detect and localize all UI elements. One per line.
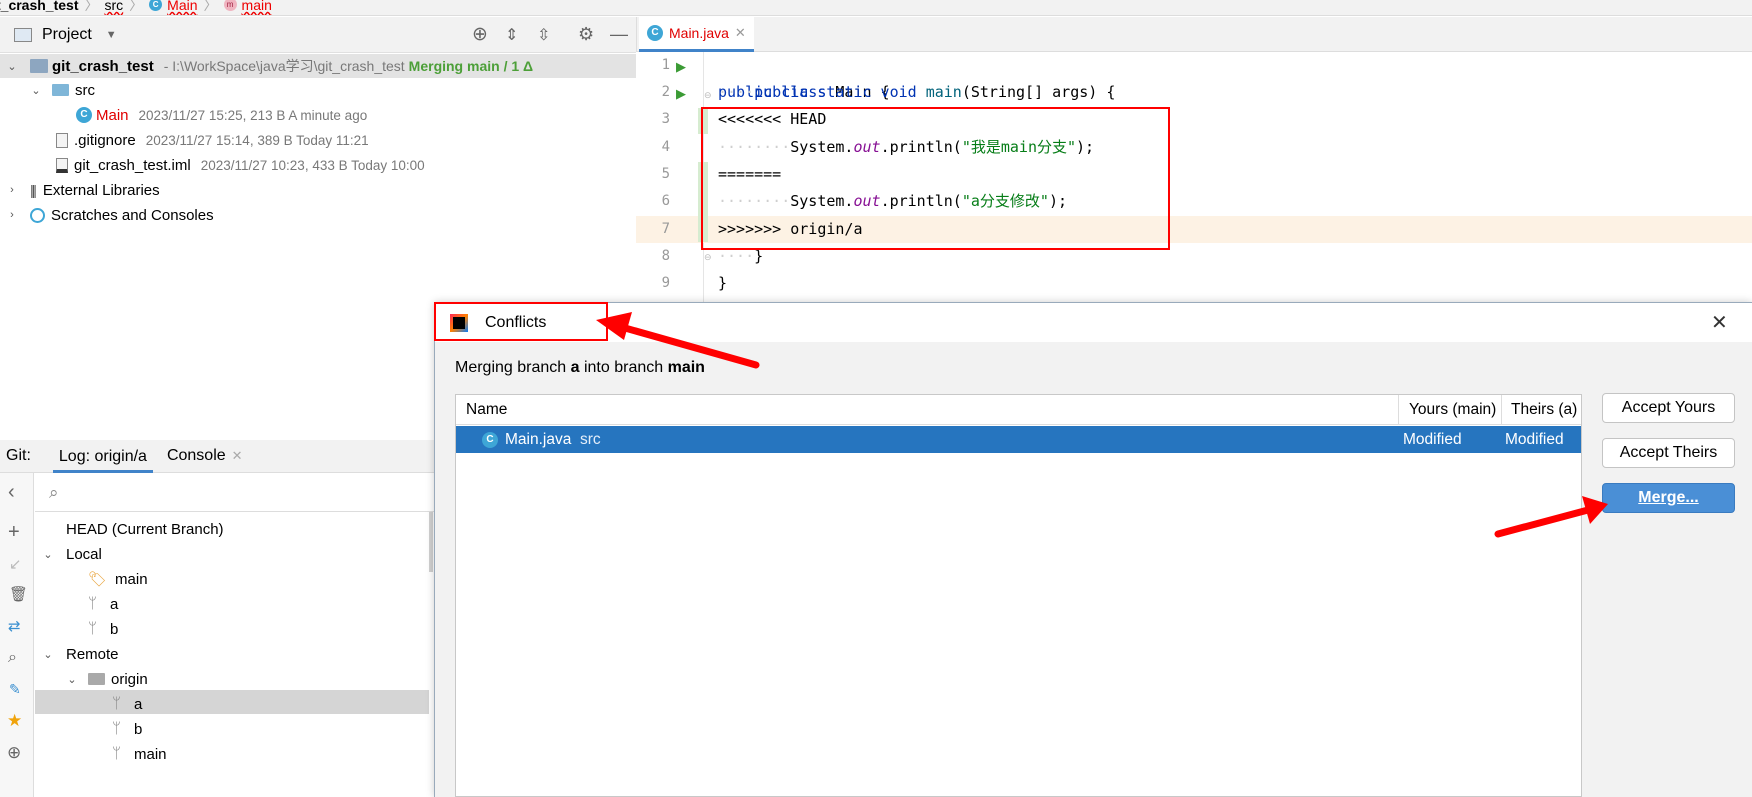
arrow-head-title bbox=[596, 312, 632, 340]
arrow-to-merge bbox=[1494, 506, 1592, 538]
annotation-arrows bbox=[596, 312, 1608, 538]
arrow-to-title bbox=[614, 322, 760, 369]
